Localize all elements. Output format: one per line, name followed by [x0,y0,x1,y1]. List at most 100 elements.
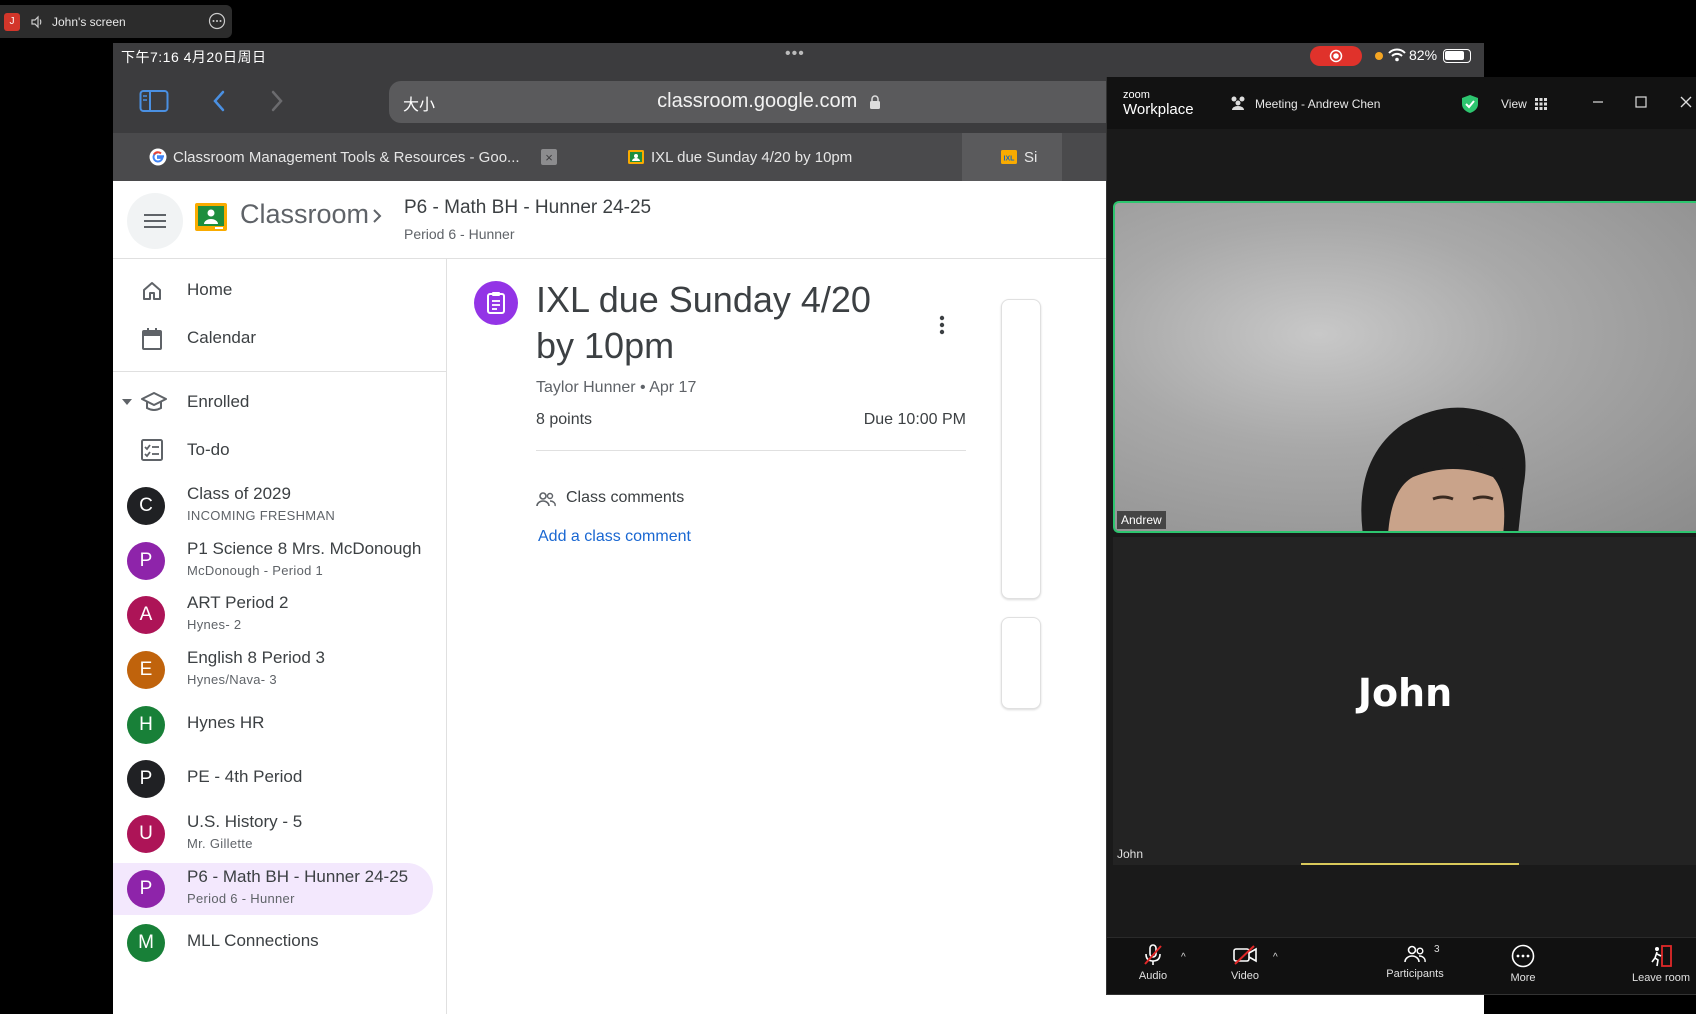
course-name: Hynes HR [187,713,265,732]
close-icon[interactable] [1679,95,1693,109]
participants-count: 3 [1434,944,1440,955]
encryption-shield-icon[interactable] [1461,94,1479,114]
classroom-sidebar: Home Calendar Enrolled To-do C Class of … [113,259,447,1014]
tab-close-icon[interactable]: × [541,149,557,165]
course-subtitle: McDonough - Period 1 [187,563,324,578]
forward-icon[interactable] [269,89,285,113]
participant-video-figure [1343,399,1533,531]
sidebar-divider [113,371,447,372]
collapse-caret-icon[interactable] [121,398,133,406]
course-name: Class of 2029 [187,484,291,503]
calendar-icon [141,327,163,351]
course-item[interactable]: M MLL Connections [113,917,447,969]
sidebar-item-home[interactable]: Home [113,267,447,315]
course-name: P1 Science 8 Mrs. McDonough [187,539,422,558]
lock-icon [869,94,881,110]
todo-icon [141,439,163,461]
course-item[interactable]: A ART Period 2 Hynes- 2 [113,589,447,641]
audio-options-caret-icon[interactable]: ^ [1181,952,1186,963]
course-avatar: U [127,815,165,853]
add-class-comment-link[interactable]: Add a class comment [538,528,691,546]
main-menu-button[interactable] [127,193,183,249]
andrew-video-tile[interactable]: Andrew [1113,201,1696,533]
course-name: U.S. History - 5 [187,812,303,831]
participants-icon [1404,944,1426,964]
zoom-window: zoom Workplace Meeting - Andrew Chen Vie… [1106,77,1696,995]
more-label: More [1510,972,1536,984]
meeting-people-icon [1229,95,1247,111]
sidebar-item-label: Home [187,280,233,299]
more-dots-icon [1511,944,1535,968]
course-avatar: P [127,542,165,580]
video-options-caret-icon[interactable]: ^ [1273,952,1278,963]
zoom-brand-top: zoom [1123,89,1150,101]
battery-icon [1443,49,1471,63]
grid-view-icon[interactable] [1535,98,1547,110]
view-menu-label[interactable]: View [1501,97,1527,111]
sidebar-item-calendar[interactable]: Calendar [113,315,447,363]
participants-label: Participants [1386,968,1444,980]
sidebar-item-todo[interactable]: To-do [113,427,447,475]
breadcrumb-course-title[interactable]: P6 - Math BH - Hunner 24-25 [404,197,651,219]
status-time: 下午7:16 4月20日周日 [121,49,267,65]
share-label: John's screen [52,14,126,29]
kebab-menu-icon[interactable] [939,315,945,335]
minimize-icon[interactable] [1591,95,1605,109]
course-avatar: P [127,870,165,908]
maximize-icon[interactable] [1635,96,1647,108]
screen-share-bar: J John's screen [0,0,1696,44]
share-user-badge: J [4,12,20,31]
classroom-logo-icon[interactable] [195,203,227,231]
course-subtitle: Hynes- 2 [187,617,242,632]
svg-text:IXL: IXL [1004,156,1016,163]
screen-recording-indicator[interactable] [1310,46,1362,66]
course-avatar: H [127,706,165,744]
tab-ixl-assignment[interactable]: IXL due Sunday 4/20 by 10pm [569,133,962,181]
course-item[interactable]: H Hynes HR [113,699,447,751]
more-options-icon[interactable] [208,12,226,30]
sidebar-toggle-icon[interactable] [139,89,169,113]
classroom-favicon-icon [627,148,645,166]
tab-ixl-site[interactable]: IXL Si [962,133,1062,181]
assignment-type-badge [474,281,518,325]
assignment-title: IXL due Sunday 4/20 by 10pm [536,279,871,366]
course-name: ART Period 2 [187,593,289,612]
audio-button[interactable]: Audio [1117,944,1189,982]
course-avatar: M [127,924,165,962]
address-bar[interactable]: 大小 classroom.google.com [389,81,1149,123]
course-item[interactable]: E English 8 Period 3 Hynes/Nava- 3 [113,644,447,696]
course-name: English 8 Period 3 [187,648,325,667]
share-indicator[interactable]: J John's screen [0,5,232,38]
mic-in-use-dot [1375,52,1383,60]
video-button[interactable]: Video [1209,944,1281,982]
course-name: P6 - Math BH - Hunner 24-25 [187,867,409,886]
course-item[interactable]: P PE - 4th Period [113,753,447,805]
course-avatar: E [127,651,165,689]
course-avatar: P [127,760,165,798]
tab-title: Si [1024,148,1038,166]
course-item-active[interactable]: P P6 - Math BH - Hunner 24-25 Period 6 -… [113,863,433,915]
course-subtitle: Period 6 - Hunner [187,891,295,906]
participants-button[interactable]: Participants [1379,944,1451,980]
class-comments-label: Class comments [566,489,685,506]
course-item[interactable]: P P1 Science 8 Mrs. McDonough McDonough … [113,535,447,587]
classroom-app-name[interactable]: Classroom [240,199,369,230]
participant-name-placeholder: John [1357,671,1453,715]
course-subtitle: Mr. Gillette [187,836,253,851]
enrolled-cap-icon [141,391,167,413]
assignment-points: 8 points [536,411,593,428]
course-item[interactable]: U U.S. History - 5 Mr. Gillette [113,808,447,860]
ixl-favicon-icon: IXL [1000,148,1018,166]
video-label: Video [1231,970,1259,982]
multitask-dots[interactable]: ••• [785,45,805,63]
sidebar-item-label: Enrolled [187,392,250,411]
back-icon[interactable] [211,89,227,113]
more-button[interactable]: More [1487,944,1559,984]
leave-room-button[interactable]: Leave room [1625,944,1696,984]
mic-muted-icon [1141,944,1165,966]
tab-classroom-tools[interactable]: Classroom Management Tools & Resources -… [113,133,569,181]
sidebar-item-enrolled[interactable]: Enrolled [113,379,447,427]
battery-fill [1445,51,1464,60]
course-item[interactable]: C Class of 2029 INCOMING FRESHMAN [113,480,447,532]
john-video-tile[interactable]: John John [1113,537,1696,865]
